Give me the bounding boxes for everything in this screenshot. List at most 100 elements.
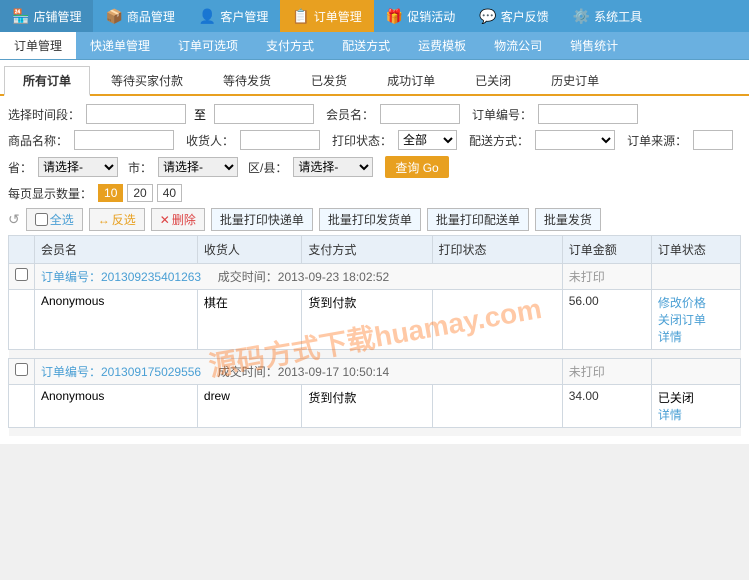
- nav-customers[interactable]: 👤 客户管理: [187, 0, 280, 32]
- order-no-input[interactable]: [538, 104, 638, 124]
- data-row-checkbox-1: [9, 385, 35, 428]
- print-label: 打印状态：: [332, 132, 392, 149]
- nav-store[interactable]: 🏪 店铺管理: [0, 0, 93, 32]
- subnav-stats[interactable]: 销售统计: [556, 32, 632, 59]
- delete-button[interactable]: ✕ 删除: [151, 208, 205, 231]
- receiver-cell-0: 棋在: [197, 290, 302, 350]
- status-cell-1: 已关闭详情: [651, 385, 740, 428]
- promotions-icon: 🎁: [386, 8, 403, 25]
- tab-pending-payment[interactable]: 等待买家付款: [92, 66, 202, 94]
- nav-orders[interactable]: 📋 订单管理: [280, 0, 373, 32]
- order-no-label: 订单编号：: [472, 106, 532, 123]
- invert-button[interactable]: ↔ 反选: [89, 208, 145, 231]
- time-end-input[interactable]: [214, 104, 314, 124]
- product-label: 商品名称：: [8, 132, 68, 149]
- batch-express-button[interactable]: 批量打印快递单: [211, 208, 313, 231]
- district-label: 区/县：: [248, 159, 287, 176]
- orders-table: 会员名 收货人 支付方式 打印状态 订单金额 订单状态 订单编号：2013092…: [8, 235, 741, 436]
- order-checkbox-0[interactable]: [15, 268, 28, 281]
- refresh-icon[interactable]: ↺: [8, 211, 20, 228]
- filter-row-2: 商品名称： 收货人： 打印状态： 全部 已打印 未打印 配送方式： 订单来源：: [8, 130, 741, 150]
- action-link[interactable]: 关闭订单: [658, 311, 734, 328]
- subnav-express-mgmt[interactable]: 快递单管理: [76, 32, 164, 59]
- city-select[interactable]: 请选择-: [158, 157, 238, 177]
- subnav-order-mgmt[interactable]: 订单管理: [0, 32, 76, 59]
- query-button[interactable]: 查询 Go: [385, 156, 448, 178]
- order-status-1: 已关闭: [658, 391, 694, 405]
- delivery-label: 配送方式：: [469, 132, 529, 149]
- th-member: 会员名: [35, 236, 198, 264]
- detail-link-1[interactable]: 详情: [658, 406, 734, 423]
- member-label: 会员名：: [326, 106, 374, 123]
- nav-tools[interactable]: ⚙️ 系统工具: [561, 0, 654, 32]
- main-content: 选择时间段： 至 会员名： 订单编号： 商品名称： 收货人： 打印状态： 全部 …: [0, 96, 749, 444]
- table-row: Anonymous 棋在 货到付款 56.00 修改价格关闭订单详情: [9, 290, 741, 350]
- time-label: 选择时间段：: [8, 106, 80, 123]
- receiver-label: 收货人：: [186, 132, 234, 149]
- th-payment: 支付方式: [302, 236, 432, 264]
- batch-delivery-button[interactable]: 批量打印配送单: [427, 208, 529, 231]
- tab-success[interactable]: 成功订单: [368, 66, 454, 94]
- order-actions-header-1: [651, 359, 740, 385]
- per-page-10[interactable]: 10: [98, 184, 123, 202]
- customers-icon: 👤: [199, 8, 216, 25]
- province-label: 省：: [8, 159, 32, 176]
- deal-time-1: 成交时间：2013-09-17 10:50:14: [218, 365, 389, 379]
- detail-link-0[interactable]: 详情: [658, 328, 734, 345]
- store-icon: 🏪: [12, 8, 29, 25]
- th-receiver: 收货人: [197, 236, 302, 264]
- spacer-row: [9, 428, 741, 437]
- order-print-status-1: 未打印: [562, 359, 651, 385]
- tools-icon: ⚙️: [573, 8, 590, 25]
- source-input[interactable]: [693, 130, 733, 150]
- time-start-input[interactable]: [86, 104, 186, 124]
- province-select[interactable]: 请选择-: [38, 157, 118, 177]
- sub-nav: 订单管理 快递单管理 订单可选项 支付方式 配送方式 运费模板 物流公司 销售统…: [0, 32, 749, 60]
- subnav-payment[interactable]: 支付方式: [252, 32, 328, 59]
- select-all-button[interactable]: 全选: [26, 208, 83, 231]
- tab-shipped[interactable]: 已发货: [292, 66, 366, 94]
- deal-time-0: 成交时间：2013-09-23 18:02:52: [218, 270, 389, 284]
- receiver-cell-1: drew: [197, 385, 302, 428]
- filter-row-3: 省： 请选择- 市： 请选择- 区/县： 请选择- 查询 Go: [8, 156, 741, 178]
- order-no-0: 订单编号：201309235401263: [41, 270, 201, 284]
- receiver-input[interactable]: [240, 130, 320, 150]
- data-row-checkbox-0: [9, 290, 35, 350]
- member-input[interactable]: [380, 104, 460, 124]
- subnav-freight[interactable]: 运费模板: [404, 32, 480, 59]
- spacer-row: [9, 350, 741, 359]
- orders-table-wrap: 源码方式下载huamay.com 会员名 收货人 支付方式 打印状态 订单金额 …: [8, 235, 741, 436]
- orders-icon: 📋: [292, 8, 309, 25]
- order-print-status-0: 未打印: [562, 264, 651, 290]
- delivery-select[interactable]: [535, 130, 615, 150]
- order-tabs: 所有订单 等待买家付款 等待发货 已发货 成功订单 已关闭 历史订单: [0, 60, 749, 96]
- district-select[interactable]: 请选择-: [293, 157, 373, 177]
- tab-pending-ship[interactable]: 等待发货: [204, 66, 290, 94]
- table-row: 订单编号：201309175029556 成交时间：2013-09-17 10:…: [9, 359, 741, 385]
- batch-ship-button[interactable]: 批量打印发货单: [319, 208, 421, 231]
- select-all-checkbox[interactable]: [35, 213, 48, 226]
- nav-promotions[interactable]: 🎁 促销活动: [374, 0, 467, 32]
- products-icon: 📦: [105, 8, 122, 25]
- table-row: 订单编号：201309235401263 成交时间：2013-09-23 18:…: [9, 264, 741, 290]
- batch-send-button[interactable]: 批量发货: [535, 208, 601, 231]
- action-link[interactable]: 修改价格: [658, 294, 734, 311]
- product-input[interactable]: [74, 130, 174, 150]
- payment-cell-1: 货到付款: [302, 385, 432, 428]
- subnav-order-select[interactable]: 订单可选项: [164, 32, 252, 59]
- tab-all[interactable]: 所有订单: [4, 66, 90, 96]
- tab-history[interactable]: 历史订单: [532, 66, 618, 94]
- empty-cell-0: [432, 290, 562, 350]
- nav-products[interactable]: 📦 商品管理: [93, 0, 186, 32]
- subnav-delivery[interactable]: 配送方式: [328, 32, 404, 59]
- per-page-label: 每页显示数量：: [8, 185, 92, 202]
- per-page-20[interactable]: 20: [127, 184, 152, 202]
- member-cell-1: Anonymous: [35, 385, 198, 428]
- tab-closed[interactable]: 已关闭: [456, 66, 530, 94]
- per-page-40[interactable]: 40: [157, 184, 182, 202]
- nav-feedback[interactable]: 💬 客户反馈: [467, 0, 560, 32]
- subnav-logistics[interactable]: 物流公司: [480, 32, 556, 59]
- order-checkbox-1[interactable]: [15, 363, 28, 376]
- print-status-select[interactable]: 全部 已打印 未打印: [398, 130, 457, 150]
- order-header-info-1: 订单编号：201309175029556 成交时间：2013-09-17 10:…: [35, 359, 563, 385]
